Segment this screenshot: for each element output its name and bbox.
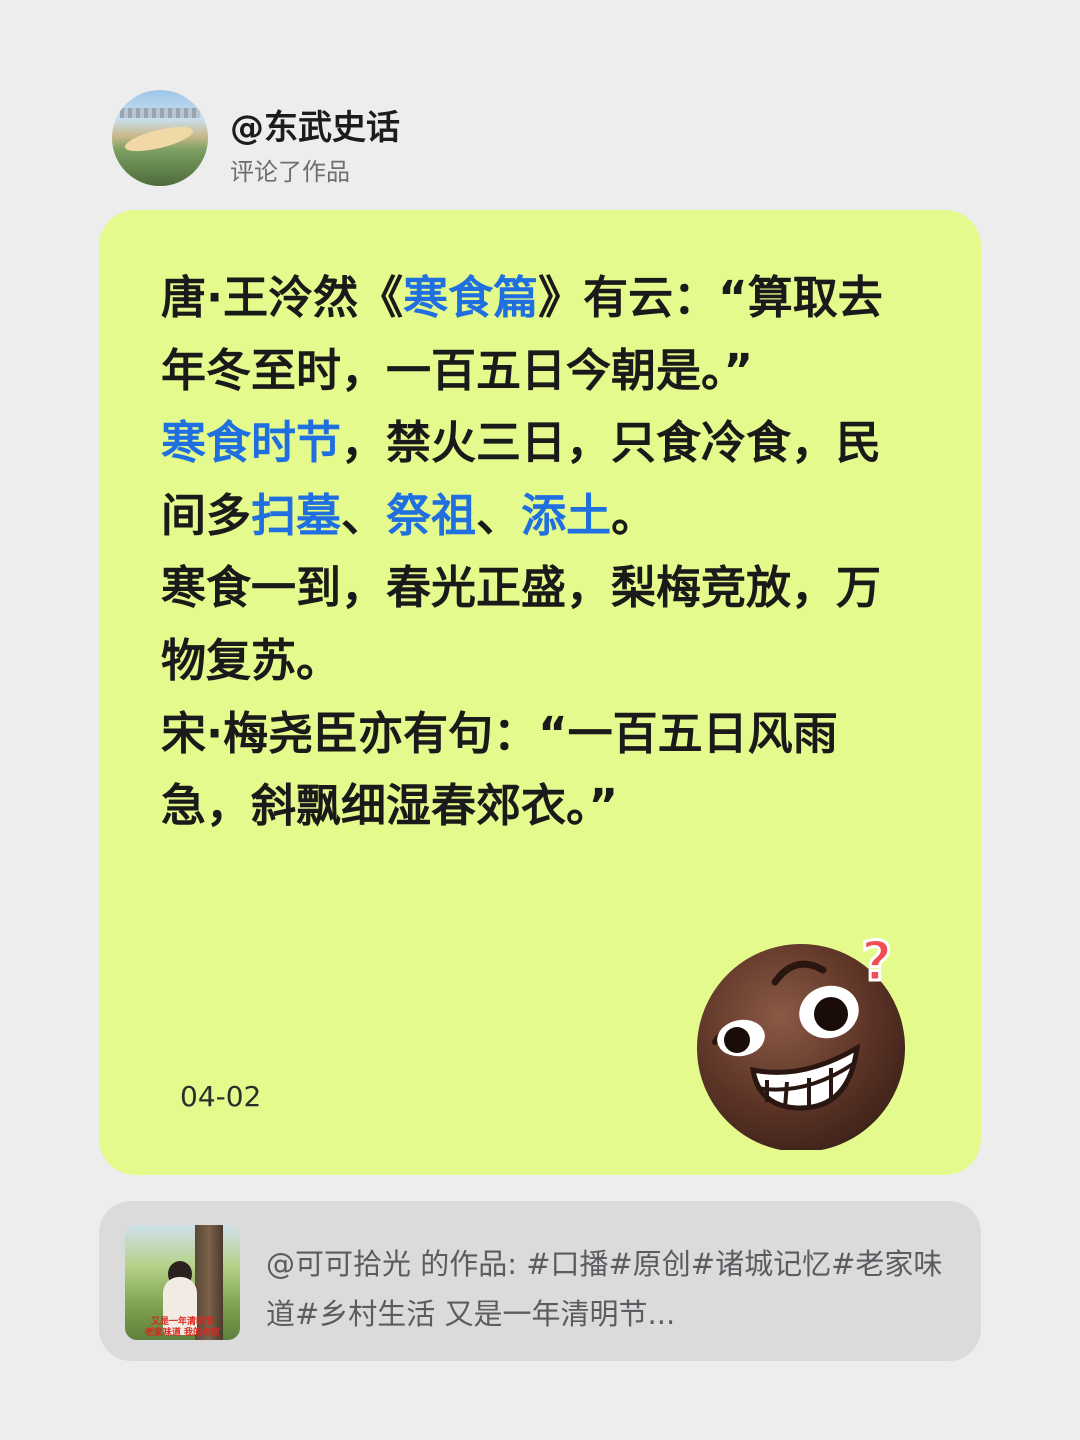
highlighted-keyword[interactable]: 寒食时节 <box>161 416 341 469</box>
grinning-confused-face-emoji: ? <box>697 930 905 1150</box>
username[interactable]: @东武史话 <box>230 100 400 149</box>
comment-segment: 。 <box>611 488 657 542</box>
thumbnail-caption: 又是一年清明节 老家味道 我的老家 <box>144 1317 221 1338</box>
user-avatar[interactable] <box>112 90 208 186</box>
comment-segment: 、 <box>476 488 522 542</box>
comment-segment: 寒食一到，春光正盛，梨梅竞放，万物复苏。 <box>161 561 882 687</box>
action-label: 评论了作品 <box>230 158 350 186</box>
referenced-post-text: @可可拾光 的作品: #口播#原创#诸城记忆#老家味道#乡村生活 又是一年清明节… <box>266 1247 943 1331</box>
highlighted-keyword[interactable]: 添土 <box>521 489 611 542</box>
comment-segment: 、 <box>341 488 387 542</box>
comment-date: 04-02 <box>180 1080 262 1113</box>
referenced-post[interactable]: 又是一年清明节 老家味道 我的老家 @可可拾光 的作品: #口播#原创#诸城记忆… <box>99 1201 981 1361</box>
svg-text:?: ? <box>861 930 892 993</box>
comment-segment: 唐·王泠然《 <box>161 271 404 324</box>
comment-card: 唐·王泠然《寒食篇》有云：“算取去年冬至时，一百五日今朝是。” 寒食时节，禁火三日… <box>99 210 981 1175</box>
post-thumbnail[interactable]: 又是一年清明节 老家味道 我的老家 <box>125 1225 240 1340</box>
comment-segment: 宋·梅尧臣亦有句：“一百五日风雨急，斜飘细湿春郊衣。” <box>161 706 838 833</box>
comment-text: 唐·王泠然《寒食篇》有云：“算取去年冬至时，一百五日今朝是。” 寒食时节，禁火三日… <box>161 262 911 843</box>
highlighted-keyword[interactable]: 扫墓 <box>251 489 341 542</box>
highlighted-keyword[interactable]: 寒食篇 <box>403 271 538 324</box>
highlighted-keyword[interactable]: 祭祖 <box>386 489 476 542</box>
